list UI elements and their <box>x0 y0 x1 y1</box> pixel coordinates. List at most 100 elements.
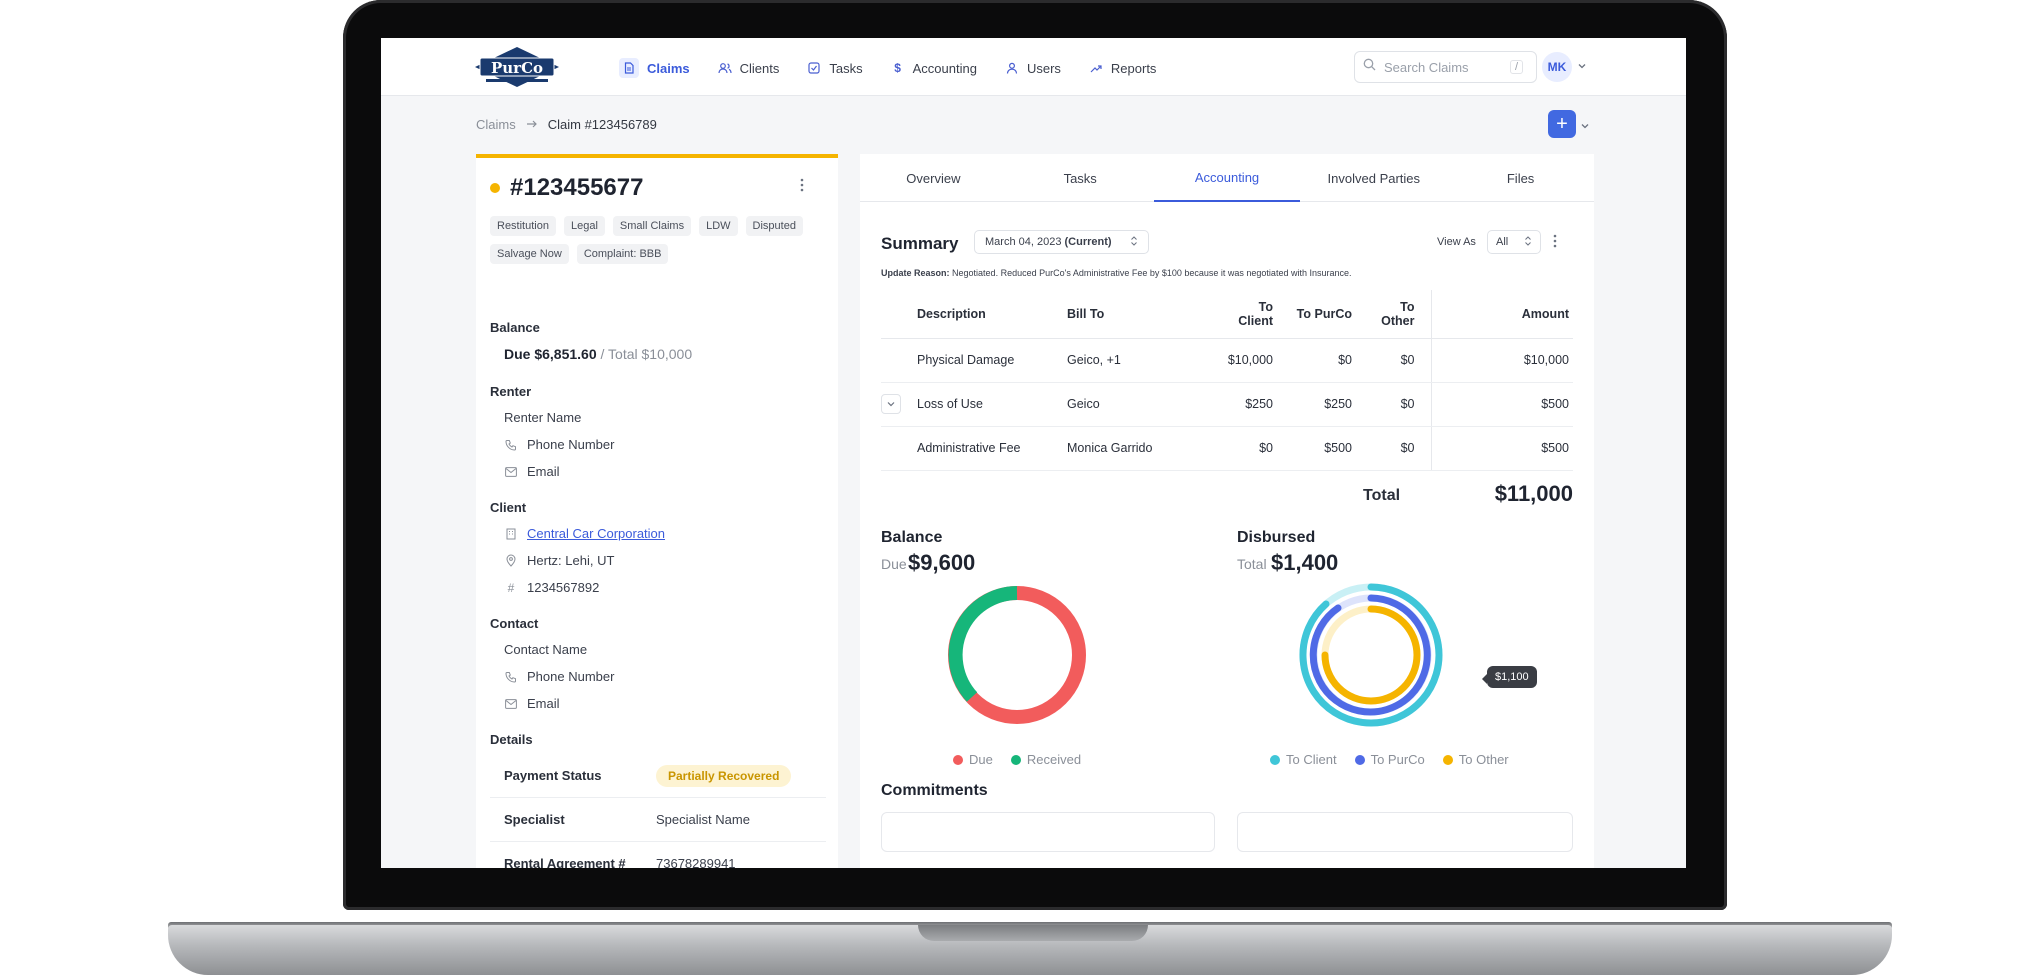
top-navigation-bar: PurCo Claims Clients Tasks $ Accounting <box>381 38 1686 96</box>
checklist-icon <box>807 61 821 75</box>
legend-label: Received <box>1026 752 1082 767</box>
breadcrumb: Claims Claim #123456789 <box>476 117 657 132</box>
tab-involved-parties[interactable]: Involved Parties <box>1300 154 1447 202</box>
legend-item-to-client: To Client <box>1270 752 1337 767</box>
nav-tasks[interactable]: Tasks <box>797 54 872 82</box>
users-icon <box>718 61 732 75</box>
payment-status-badge: Partially Recovered <box>656 764 792 787</box>
renter-phone[interactable]: Phone Number <box>504 437 614 452</box>
balance-donut-chart <box>948 586 1086 724</box>
balance-due: Due $6,851.60 <box>504 346 597 362</box>
balance-title: Balance <box>490 320 540 335</box>
client-link[interactable]: Central Car Corporation <box>527 526 665 541</box>
document-icon <box>619 58 639 78</box>
legend-dot <box>1010 754 1021 765</box>
client-id: # 1234567892 <box>504 580 600 595</box>
balance-total: / Total $10,000 <box>596 346 693 362</box>
tab-accounting[interactable]: Accounting <box>1153 154 1301 202</box>
legend-label: To Client <box>1286 752 1337 767</box>
details-label: Payment Status <box>504 768 602 783</box>
contact-email[interactable]: Email <box>504 696 560 711</box>
commitment-card[interactable] <box>1237 812 1573 852</box>
renter-email[interactable]: Email <box>504 464 560 479</box>
details-row: Payment Status Partially Recovered <box>490 754 826 798</box>
table-header-row: Description Bill To To Client To PurCo T… <box>881 290 1573 339</box>
donut-segment-received <box>948 586 1018 702</box>
nav-clients[interactable]: Clients <box>708 54 790 82</box>
tab-tasks[interactable]: Tasks <box>1007 154 1154 202</box>
phone-icon <box>504 438 518 452</box>
col-to-client: To Client <box>1195 290 1273 339</box>
legend-item-to-other: To Other <box>1442 752 1509 767</box>
contact-name: Contact Name <box>504 642 587 657</box>
tag: LDW <box>699 216 738 236</box>
tab-files[interactable]: Files <box>1447 154 1594 202</box>
legend-label: Due <box>969 752 993 767</box>
mail-icon <box>504 465 518 479</box>
chevron-down-icon[interactable] <box>881 394 901 414</box>
search-shortcut: / <box>1510 60 1524 74</box>
hash-icon: # <box>507 580 515 595</box>
client-id-text: 1234567892 <box>527 580 600 595</box>
cell-to-other: $0 <box>1352 382 1432 427</box>
summary-date-select[interactable]: March 04, 2023 (Current) <box>974 230 1149 254</box>
main-nav: Claims Clients Tasks $ Accounting Users … <box>609 54 1166 82</box>
trend-icon <box>1089 61 1103 75</box>
balance-sub: Due <box>881 556 907 572</box>
nav-accounting[interactable]: $ Accounting <box>881 54 987 82</box>
chevron-down-icon[interactable] <box>1580 118 1590 136</box>
user-avatar[interactable]: MK <box>1542 52 1572 82</box>
disbursed-value: $1,400 <box>1271 550 1339 575</box>
table-row[interactable]: Administrative Fee Monica Garrido $0 $50… <box>881 426 1573 471</box>
summary-date: March 04, 2023 <box>985 236 1062 248</box>
cell-description: Administrative Fee <box>917 426 1067 471</box>
expand-cell <box>881 382 917 427</box>
ring-to-purco <box>1309 594 1431 716</box>
location-pin-icon <box>504 554 518 568</box>
renter-title: Renter <box>490 384 532 399</box>
purco-logo[interactable]: PurCo <box>474 46 560 88</box>
more-options-icon[interactable] <box>800 178 804 197</box>
breadcrumb-claims[interactable]: Claims <box>476 117 516 132</box>
details-table: Payment Status Partially Recovered Speci… <box>490 754 826 868</box>
contact-title: Contact <box>490 616 539 631</box>
nav-claims[interactable]: Claims <box>609 54 700 82</box>
renter-phone-text: Phone Number <box>527 437 615 452</box>
cell-to-client: $0 <box>1195 426 1273 471</box>
update-reason-text: Negotiated. Reduced PurCo's Administrati… <box>952 268 1352 278</box>
details-value: 73678289941 <box>656 856 736 868</box>
table-row[interactable]: Loss of Use Geico $250 $250 $0 $500 <box>881 382 1573 427</box>
view-as-select[interactable]: All <box>1487 230 1541 254</box>
nav-label: Users <box>1026 60 1061 76</box>
user-icon <box>1005 61 1019 75</box>
more-options-icon[interactable] <box>1553 234 1557 253</box>
contact-phone[interactable]: Phone Number <box>504 669 614 684</box>
mail-icon <box>504 697 518 711</box>
balance-value: $9,600 <box>908 550 976 575</box>
legend-item-to-purco: To PurCo <box>1354 752 1425 767</box>
client-name[interactable]: Central Car Corporation <box>504 526 665 541</box>
accounting-table: Description Bill To To Client To PurCo T… <box>881 290 1573 471</box>
add-button[interactable]: + <box>1548 110 1576 138</box>
search-box[interactable]: / <box>1354 51 1537 83</box>
col-to-other: To Other <box>1352 290 1432 339</box>
cell-bill-to: Geico, +1 <box>1067 338 1195 383</box>
cell-amount: $500 <box>1431 426 1573 471</box>
nav-label: Tasks <box>829 60 863 76</box>
search-icon <box>1363 58 1376 76</box>
cell-to-client: $10,000 <box>1195 338 1273 383</box>
details-row: Rental Agreement # 73678289941 <box>490 842 826 868</box>
commitment-card[interactable] <box>881 812 1215 852</box>
arrow-right-icon <box>526 117 538 132</box>
nav-reports[interactable]: Reports <box>1079 54 1167 82</box>
table-row[interactable]: Physical Damage Geico, +1 $10,000 $0 $0 … <box>881 338 1573 383</box>
search-input[interactable] <box>1384 59 1502 75</box>
col-to-client-label: To Client <box>1238 299 1273 328</box>
nav-users[interactable]: Users <box>995 54 1071 82</box>
tab-overview[interactable]: Overview <box>860 154 1007 202</box>
legend-dot <box>1354 754 1365 765</box>
balance-legend: Due Received <box>953 752 1081 767</box>
cell-bill-to: Monica Garrido <box>1067 426 1195 471</box>
building-icon <box>504 527 518 541</box>
chevron-down-icon[interactable] <box>1577 58 1587 76</box>
